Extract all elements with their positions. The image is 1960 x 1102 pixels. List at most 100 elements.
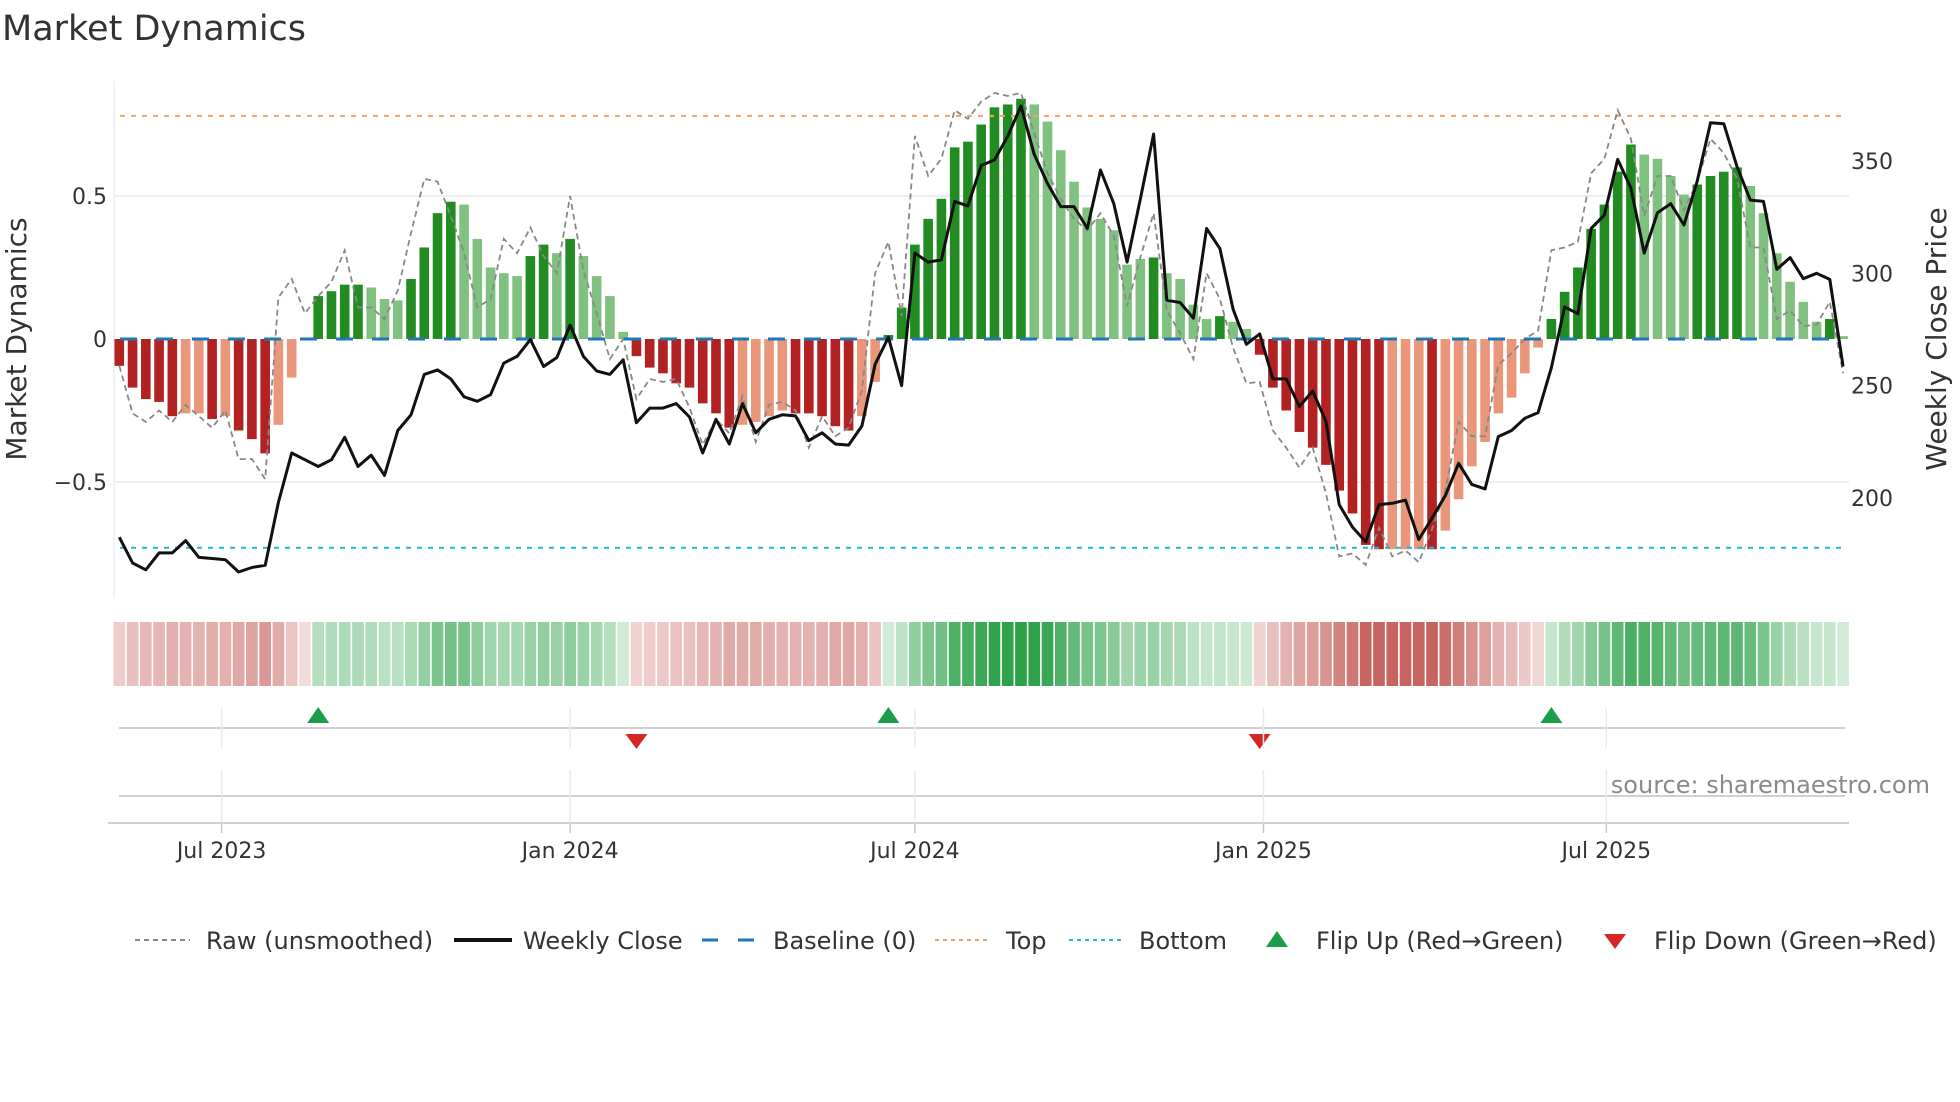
legend-item-raw: Raw (unsmoothed) <box>135 927 433 955</box>
bar <box>1758 213 1769 339</box>
bar <box>154 339 164 402</box>
heat-cell <box>1558 622 1571 686</box>
x-tick-label: Jan 2025 <box>1213 839 1312 864</box>
bar <box>1215 316 1225 339</box>
heat-cell <box>1744 622 1757 686</box>
heat-cell <box>1333 622 1346 686</box>
bar <box>538 244 549 339</box>
bar <box>1109 230 1119 339</box>
bar <box>1665 175 1676 339</box>
heat-cell <box>630 622 643 686</box>
heat-cell <box>1399 622 1412 686</box>
heat-cell <box>1240 622 1253 686</box>
y-tick-label: 0.5 <box>72 185 107 210</box>
heat-cell <box>1200 622 1213 686</box>
bar <box>1334 339 1345 491</box>
bar <box>552 253 562 339</box>
bar <box>167 339 178 417</box>
legend-label: Top <box>1005 927 1047 955</box>
y2-tick-label: 250 <box>1851 375 1893 400</box>
bar <box>1798 301 1809 339</box>
heat-cell <box>1015 622 1027 686</box>
legend-label: Raw (unsmoothed) <box>206 927 433 955</box>
heat-cell <box>232 622 245 686</box>
heat-cell <box>1638 622 1651 686</box>
heat-cell <box>166 622 179 686</box>
heat-cell <box>179 622 192 686</box>
heat-cell <box>869 622 881 686</box>
heat-strip <box>113 622 1849 686</box>
heat-cell <box>1373 622 1385 686</box>
legend: Raw (unsmoothed) Weekly Close Baseline (0)… <box>135 927 1937 955</box>
heat-cell <box>1107 622 1120 686</box>
bar <box>446 201 456 339</box>
heat-cell <box>696 622 709 686</box>
y2-tick-label: 300 <box>1851 262 1893 287</box>
heat-cell <box>1054 622 1067 686</box>
heat-cell <box>802 622 815 686</box>
source-label: source: sharemaestro.com <box>1611 771 1930 799</box>
bar <box>605 296 615 339</box>
heat-cell <box>1492 622 1505 686</box>
bar <box>472 238 483 339</box>
heat-cell <box>259 622 271 686</box>
heat-cell <box>922 622 934 686</box>
heat-cell <box>193 622 205 686</box>
bar <box>499 273 509 339</box>
heat-cell <box>1359 622 1372 686</box>
bar <box>485 267 496 339</box>
heat-cell <box>1824 622 1836 686</box>
bar <box>963 141 973 339</box>
bar <box>220 339 231 417</box>
heat-cell <box>564 622 576 686</box>
bar <box>1493 339 1504 414</box>
bar <box>366 287 377 339</box>
bar <box>750 339 761 422</box>
bar <box>247 339 257 440</box>
bar <box>1413 339 1424 550</box>
market-dynamics-chart: Market Dynamics Jul 2023 Jan 2024 Jul 2024… <box>0 9 1953 955</box>
heat-cell <box>1479 622 1491 686</box>
heat-cell <box>338 622 351 686</box>
x-tick-label: Jan 2024 <box>520 839 619 864</box>
bar <box>817 339 827 417</box>
heat-cell <box>206 622 218 686</box>
heat-cell <box>325 622 338 686</box>
y-axis-title: Market Dynamics <box>0 217 33 460</box>
bar <box>1506 339 1517 398</box>
heat-cell <box>1346 622 1359 686</box>
bar <box>127 339 138 388</box>
bar <box>432 213 443 339</box>
bar <box>790 339 801 414</box>
y2-tick-label: 350 <box>1851 150 1893 175</box>
heat-cell <box>1691 622 1704 686</box>
y2-axis-title: Weekly Close Price <box>1920 207 1953 470</box>
bar <box>936 198 947 339</box>
legend-flip-down-icon <box>1604 934 1626 949</box>
heat-cell <box>842 622 855 686</box>
heat-cell <box>1386 622 1399 686</box>
legend-item-close: Weekly Close <box>454 927 683 955</box>
heat-cell <box>1134 622 1147 686</box>
heat-cell <box>1598 622 1611 686</box>
heat-cell <box>1174 622 1186 686</box>
heat-cell <box>1121 622 1133 686</box>
heat-cell <box>246 622 258 686</box>
heat-cell <box>365 622 378 686</box>
flip-up-marker <box>307 707 330 723</box>
heat-cell <box>909 622 921 686</box>
legend-label: Baseline (0) <box>773 927 916 955</box>
heat-cell <box>1770 622 1783 686</box>
bar <box>923 218 933 339</box>
heat-cell <box>471 622 484 686</box>
bar <box>459 204 469 339</box>
bar <box>512 276 522 339</box>
bar <box>392 300 403 339</box>
heat-cell <box>1320 622 1332 686</box>
heat-cell <box>935 622 948 686</box>
bar <box>1599 204 1610 339</box>
bar <box>1095 218 1106 339</box>
bar <box>591 276 602 339</box>
heat-cell <box>1611 622 1624 686</box>
y2-tick-label: 200 <box>1851 487 1893 512</box>
